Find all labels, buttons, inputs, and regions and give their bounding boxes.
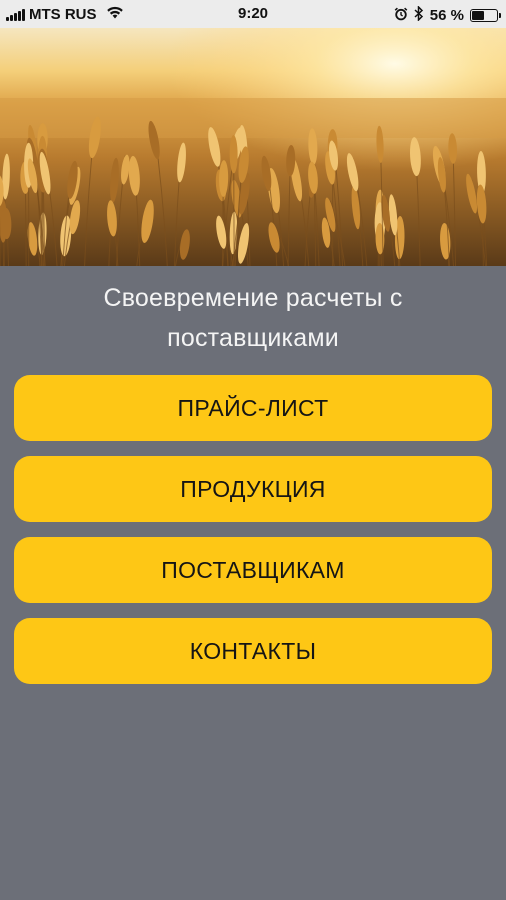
alarm-icon: [394, 7, 408, 25]
main-menu: ПРАЙС-ЛИСТ ПРОДУКЦИЯ ПОСТАВЩИКАМ КОНТАКТ…: [14, 375, 492, 699]
battery-icon: [470, 9, 501, 22]
tagline: Своевремение расчеты с поставщиками: [103, 284, 403, 352]
suppliers-button[interactable]: ПОСТАВЩИКАМ: [14, 537, 492, 603]
battery-percent: 56 %: [429, 7, 464, 24]
products-button[interactable]: ПРОДУКЦИЯ: [14, 456, 492, 522]
bluetooth-icon: [414, 5, 424, 25]
wheat-field-image: [0, 28, 506, 266]
status-right: 56 %: [394, 5, 501, 25]
status-bar: MTS RUS 9:20 56 %: [0, 0, 506, 28]
battery-level: [472, 11, 484, 20]
contacts-button[interactable]: КОНТАКТЫ: [14, 618, 492, 684]
price-list-button[interactable]: ПРАЙС-ЛИСТ: [14, 375, 492, 441]
